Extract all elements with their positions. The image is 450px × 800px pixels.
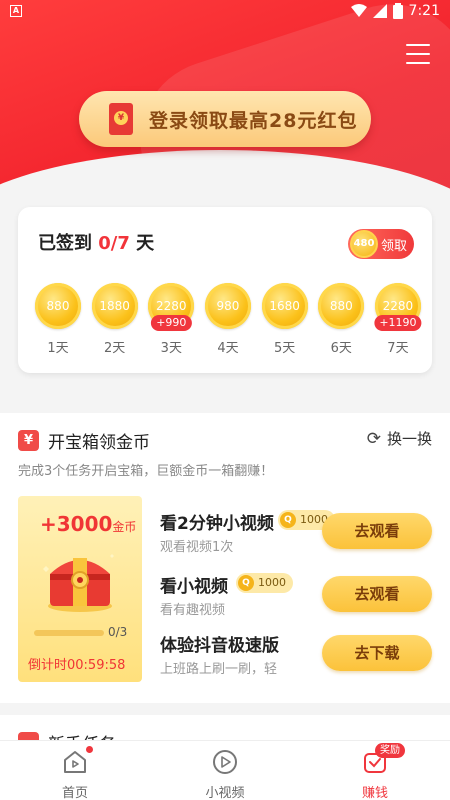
coin-icon: 980	[204, 283, 251, 329]
nav-label: 首页	[61, 786, 88, 800]
login-banner-text: 登录领取最高28元红包	[149, 109, 358, 132]
hamburger-menu-icon[interactable]	[406, 44, 430, 66]
home-icon	[64, 751, 86, 773]
refresh-button[interactable]: ⟳ 换一换	[367, 428, 432, 449]
claim-label: 领取	[381, 239, 408, 254]
battery-icon	[392, 3, 403, 19]
task-name: 看2分钟小视频	[160, 514, 274, 534]
signal-icon	[372, 4, 387, 18]
task-desc: 上班路上刷一刷，轻	[160, 662, 278, 677]
refresh-icon: ⟳	[366, 428, 381, 449]
day-label: 1天	[47, 341, 69, 356]
status-time: 7:21	[408, 3, 440, 19]
treasure-title: 开宝箱领金币	[48, 433, 150, 453]
treasure-subtitle: 完成3个任务开启宝箱，巨额金币一箱翻赚！	[18, 464, 274, 479]
bottom-nav: 首页 小视频 奖励 赚钱	[0, 740, 450, 800]
coin-icon: 1680	[261, 283, 308, 329]
task-action-button[interactable]: 去下载	[322, 635, 432, 671]
treasure-progress-bar	[34, 630, 104, 636]
reward-badge: 奖励	[375, 743, 405, 758]
treasure-chest-card[interactable]: +3000金币 0/3 倒计时00:59:58	[18, 496, 142, 682]
nav-home[interactable]: 首页	[0, 741, 150, 800]
task-item: 看小视频 Q 1000 看有趣视频 去观看	[160, 572, 432, 622]
treasure-progress-count: 0/3	[108, 625, 128, 639]
claim-button[interactable]: 480 领取	[348, 229, 414, 259]
task-reward-badge: Q 1000	[236, 573, 293, 593]
day-label: 3天	[160, 341, 182, 356]
signin-day[interactable]: 980 4天	[204, 283, 251, 356]
task-name: 看小视频	[160, 577, 228, 597]
signin-day[interactable]: 2280 +990 3天	[148, 283, 195, 356]
coin-icon: Q	[238, 575, 254, 591]
treasure-chest-icon	[43, 554, 114, 612]
play-circle-icon	[213, 750, 237, 774]
signin-day[interactable]: 1880 2天	[91, 283, 138, 356]
day-label: 5天	[273, 341, 296, 356]
nav-earn[interactable]: 奖励 赚钱	[300, 741, 450, 800]
notification-dot	[86, 746, 93, 753]
task-desc: 看有趣视频	[160, 603, 226, 618]
treasure-section: ¥ 开宝箱领金币 ⟳ 换一换 完成3个任务开启宝箱，巨额金币一箱翻赚！ +300…	[0, 413, 450, 703]
treasure-countdown: 倒计时00:59:58	[28, 658, 126, 673]
task-item: 体验抖音极速版 上班路上刷一刷，轻 去下载	[160, 631, 432, 681]
nav-label: 小视频	[205, 786, 245, 800]
task-item: 看2分钟小视频 Q 1000 观看视频1次 去观看	[160, 509, 432, 559]
task-action-button[interactable]: 去观看	[322, 576, 432, 612]
treasure-amount-unit: 金币	[112, 520, 137, 534]
status-app-badge: A	[10, 5, 22, 17]
coin-icon: 880	[35, 283, 81, 329]
status-bar: A 7:21	[0, 0, 450, 24]
red-envelope-icon	[109, 103, 133, 135]
treasure-section-icon: ¥	[18, 430, 39, 451]
wifi-icon	[350, 4, 367, 17]
bonus-badge: +1190	[374, 315, 422, 331]
login-reward-banner[interactable]: 登录领取最高28元红包	[79, 91, 371, 147]
day-label: 7天	[387, 341, 409, 356]
nav-short-video[interactable]: 小视频	[150, 741, 300, 800]
signin-title: 已签到 0/7 天	[38, 233, 155, 254]
task-desc: 观看视频1次	[160, 540, 234, 555]
signin-card: 已签到 0/7 天 480 领取 880 1天 1880 2天 2280 +99…	[18, 207, 432, 373]
signin-progress: 0/7	[98, 233, 130, 254]
day-label: 2天	[104, 341, 126, 356]
bonus-badge: +990	[151, 315, 192, 331]
nav-label: 赚钱	[361, 786, 388, 800]
treasure-amount: +3000金币	[40, 512, 137, 536]
signin-day[interactable]: 880 6天	[318, 283, 365, 356]
signin-day[interactable]: 880 1天	[35, 283, 81, 356]
signin-days: 880 1天 1880 2天 2280 +990 3天 980 4天 1680 …	[35, 283, 422, 356]
coin-icon: 480	[350, 230, 378, 258]
signin-day[interactable]: 1680 5天	[261, 283, 308, 356]
day-label: 4天	[217, 341, 239, 356]
coin-icon: 880	[318, 283, 365, 329]
coin-icon: 1880	[91, 283, 138, 329]
day-label: 6天	[330, 341, 352, 356]
task-action-button[interactable]: 去观看	[322, 513, 432, 549]
task-name: 体验抖音极速版	[160, 636, 279, 656]
coin-icon: Q	[280, 512, 296, 528]
refresh-label: 换一换	[386, 430, 432, 448]
signin-day[interactable]: 2280 +1190 7天	[374, 283, 422, 356]
